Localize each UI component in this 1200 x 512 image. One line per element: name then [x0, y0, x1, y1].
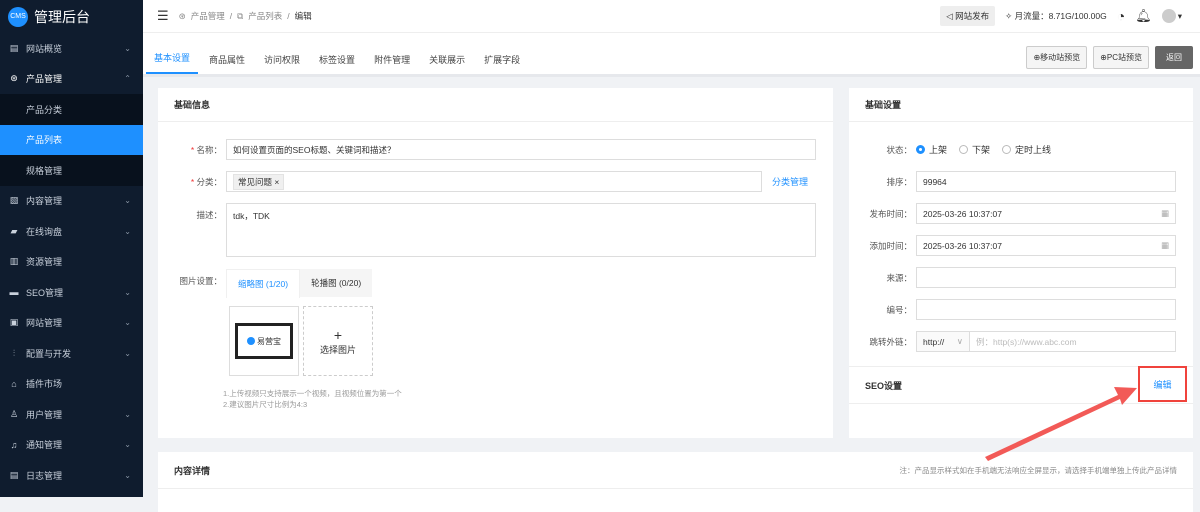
- annotation-arrow: [985, 387, 1137, 461]
